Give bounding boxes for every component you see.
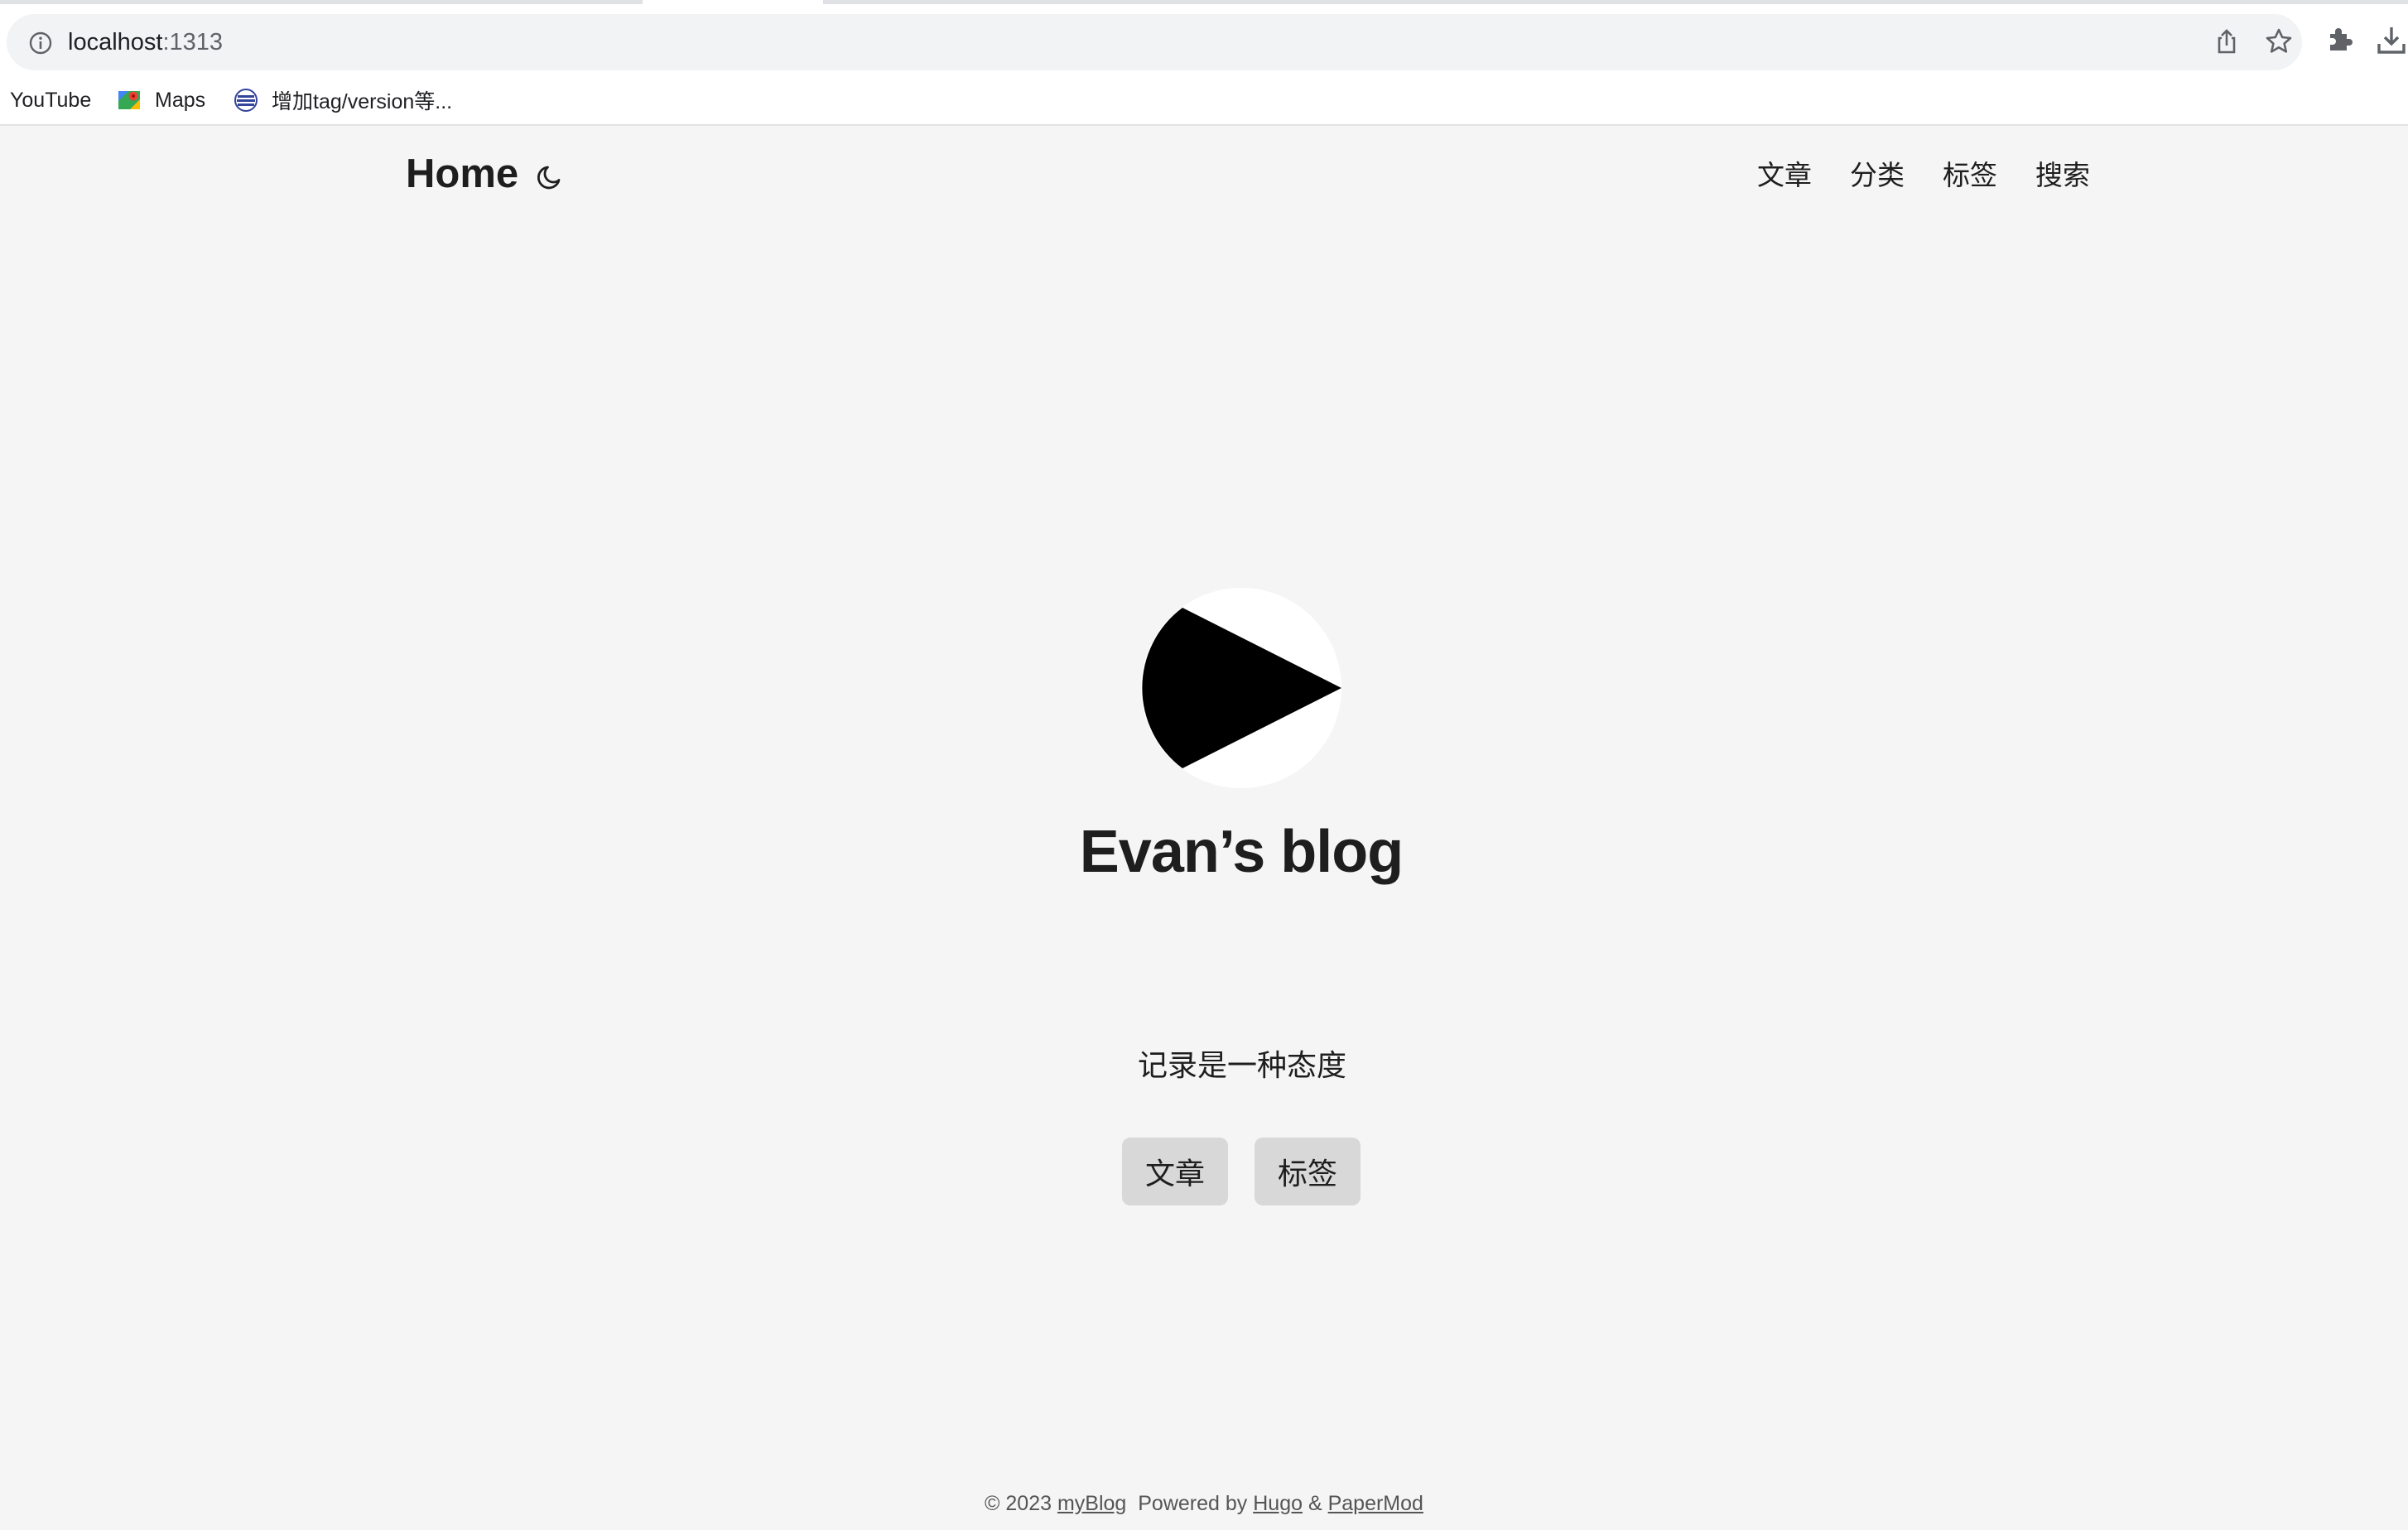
bookmark-label: YouTube (10, 88, 92, 112)
footer-powered-by: Powered by (1138, 1492, 1248, 1515)
footer-site-link[interactable]: myBlog (1057, 1492, 1126, 1515)
moon-icon[interactable] (535, 162, 565, 192)
address-bar[interactable]: localhost:1313 (7, 14, 2302, 70)
footer-amp: & (1308, 1492, 1322, 1515)
profile-avatar (1141, 588, 1341, 788)
browser-chrome: localhost:1313 YouTube Maps 增加tag/versio… (0, 4, 2408, 126)
bookmark-star-icon[interactable] (2265, 27, 2293, 55)
footer: © 2023 myBlog Powered by Hugo & PaperMod (0, 1492, 2408, 1516)
bookmark-maps[interactable]: Maps (117, 80, 205, 120)
nav-articles[interactable]: 文章 (1757, 157, 1812, 194)
maps-icon (118, 91, 140, 109)
footer-hugo-link[interactable]: Hugo (1253, 1492, 1303, 1515)
bookmark-youtube[interactable]: YouTube (10, 80, 91, 120)
info-icon[interactable] (28, 31, 53, 55)
nav-tags[interactable]: 标签 (1943, 157, 1997, 194)
url-text[interactable]: localhost:1313 (68, 27, 223, 57)
bookmarks-bar: YouTube Maps 增加tag/version等... (0, 80, 2408, 120)
nav-categories[interactable]: 分类 (1850, 157, 1905, 194)
bookmark-label: Maps (155, 88, 206, 112)
bookmark-site[interactable]: 增加tag/version等... (234, 80, 452, 120)
footer-copyright: © 2023 (985, 1492, 1052, 1515)
home-logo-link[interactable]: Home (406, 151, 518, 197)
blog-page: Home 文章 分类 标签 搜索 Evan’s blog 记录是一种态度 文章 … (0, 126, 2408, 1530)
articles-button[interactable]: 文章 (1122, 1138, 1228, 1205)
footer-papermod-link[interactable]: PaperMod (1328, 1492, 1423, 1515)
extensions-puzzle-icon[interactable] (2325, 24, 2355, 54)
url-host: localhost (68, 29, 163, 55)
nav-search[interactable]: 搜索 (2035, 157, 2090, 194)
share-icon[interactable] (2213, 27, 2241, 55)
profile-subtitle: 记录是一种态度 (1137, 1048, 1346, 1082)
url-port: :1313 (162, 29, 224, 55)
tags-button[interactable]: 标签 (1255, 1138, 1361, 1205)
download-icon[interactable] (2375, 24, 2408, 57)
profile-title: Evan’s blog (1079, 819, 1404, 885)
bookmark-label: 增加tag/version等... (272, 90, 453, 113)
site-icon (234, 89, 258, 112)
